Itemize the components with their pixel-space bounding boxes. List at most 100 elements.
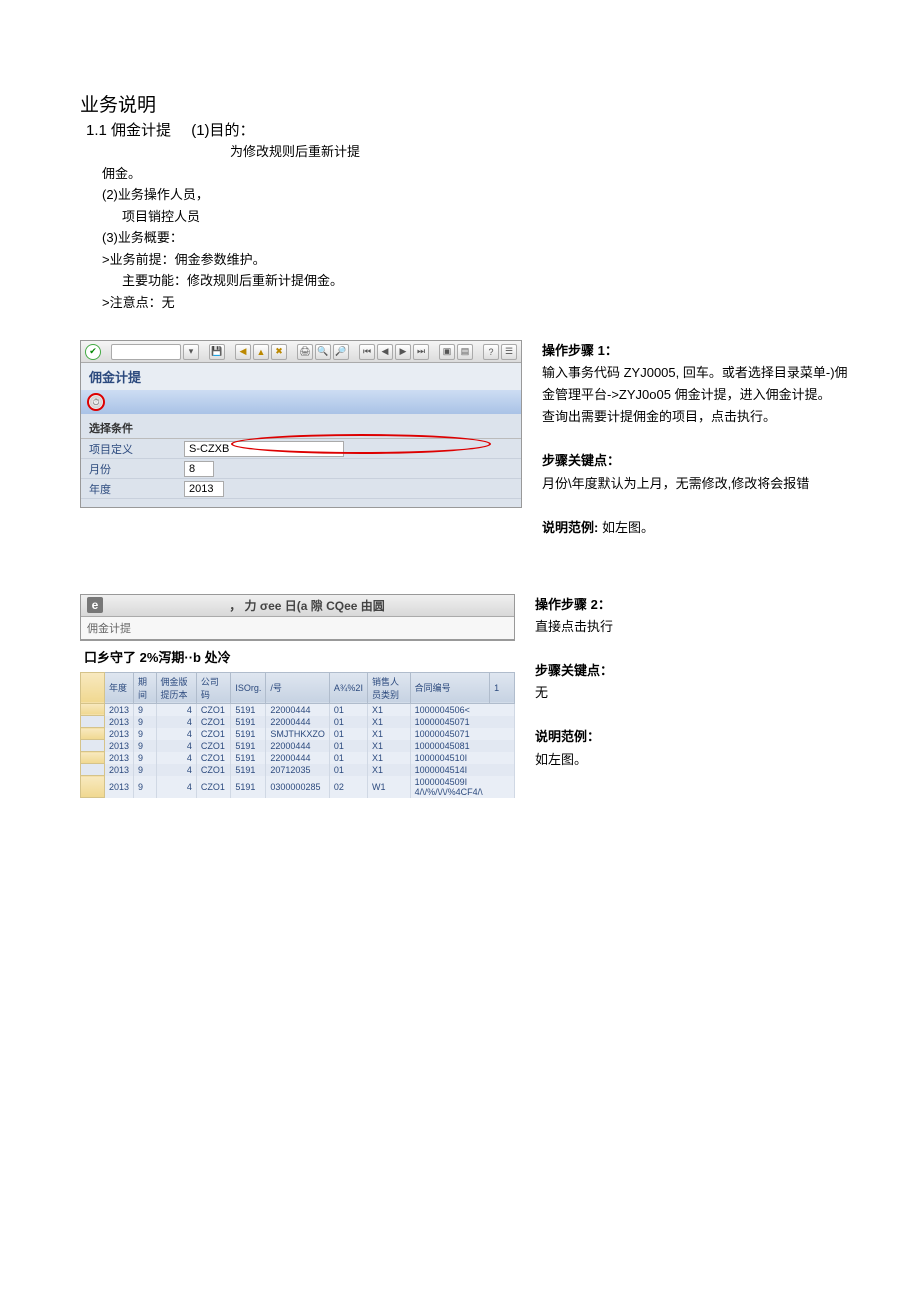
table-header-row: 年度 期间 佣金版提历本 公司码 ISOrg. /号 A¾%2I 销售人员类别 … (81, 672, 515, 703)
step1-example-text: 如左图。 (602, 520, 654, 535)
cell-ver: 4 (156, 716, 196, 728)
p2-label: (2)业务操作人员， (102, 185, 850, 205)
cell-sales: X1 (367, 703, 410, 716)
shortcut-icon[interactable]: ▤ (457, 344, 473, 360)
back-icon[interactable]: ◀ (235, 344, 251, 360)
prev-page-icon[interactable]: ◀ (377, 344, 393, 360)
new-session-icon[interactable]: ▣ (439, 344, 455, 360)
cell-contract: 10000045071 (410, 728, 514, 740)
row-selector[interactable] (81, 764, 105, 776)
field-label: 月份 (89, 461, 184, 477)
th-year[interactable]: 年度 (105, 672, 134, 703)
table-row[interactable]: 201394CZO15191030000028502W11000004509I … (81, 776, 515, 798)
first-page-icon[interactable]: ⏮ (359, 344, 375, 360)
exit-icon[interactable]: ▲ (253, 344, 269, 360)
execute-button[interactable]: ⏱ (87, 393, 105, 411)
sap2-toolbar-text: ， 力 σee 日(a 隙 CQee 由圆 (106, 597, 508, 614)
table-row[interactable]: 201394CZO151912071203501X11000004514I (81, 764, 515, 776)
field-label: 年度 (89, 481, 184, 497)
step2-key-heading: 步骤关键点： (535, 660, 850, 682)
month-input[interactable]: 8 (184, 461, 214, 477)
cell-sales: X1 (367, 752, 410, 764)
th-number[interactable]: /号 (266, 672, 330, 703)
cancel-icon[interactable]: ✖ (271, 344, 287, 360)
find-next-icon[interactable]: 🔎 (333, 344, 349, 360)
table-row[interactable]: 201394CZO151912200044401X110000045071 (81, 716, 515, 728)
cell-contract: 1000004509I 4/\/%/\/\/%4CF4/\ (410, 776, 514, 798)
cell-company: CZO1 (196, 752, 231, 764)
last-page-icon[interactable]: ⏭ (413, 344, 429, 360)
cell-a: 01 (329, 728, 367, 740)
th-last[interactable]: 1 (490, 672, 515, 703)
p3-text3: >注意点：无 (102, 293, 850, 313)
cell-sales: X1 (367, 740, 410, 752)
cell-ver: 4 (156, 703, 196, 716)
row-selector[interactable] (81, 776, 105, 798)
row-selector[interactable] (81, 703, 105, 716)
check-icon[interactable]: ✔ (85, 344, 101, 360)
cell-ver: 4 (156, 776, 196, 798)
p3-label: (3)业务概要： (102, 228, 850, 248)
cell-no: 22000444 (266, 740, 330, 752)
step2-key-text: 无 (535, 682, 850, 704)
sap-application-toolbar: ⏱ (81, 390, 521, 414)
cell-a: 01 (329, 752, 367, 764)
th-salescat[interactable]: 销售人员类别 (367, 672, 410, 703)
step1-key-heading: 步骤关键点： (542, 450, 850, 472)
form-row-project: 项目定义 S-CZXB (81, 439, 521, 459)
form-section-label: 选择条件 (81, 418, 521, 439)
cell-ver: 4 (156, 764, 196, 776)
cell-no: 22000444 (266, 703, 330, 716)
print-icon[interactable]: 🖨 (297, 344, 313, 360)
cell-period: 9 (134, 764, 156, 776)
layout-icon[interactable]: ☰ (501, 344, 517, 360)
save-icon[interactable]: 💾 (209, 344, 225, 360)
next-page-icon[interactable]: ▶ (395, 344, 411, 360)
row-selector[interactable] (81, 740, 105, 752)
table-row[interactable]: 201394CZO151912200044401X11000004510I (81, 752, 515, 764)
menu-icon[interactable]: e (87, 597, 103, 613)
help-icon[interactable]: ? (483, 344, 499, 360)
step2-line1: 直接点击执行 (535, 616, 850, 638)
cell-contract: 10000045071 (410, 716, 514, 728)
row-selector[interactable] (81, 752, 105, 764)
form-row-month: 月份 8 (81, 459, 521, 479)
step2-example-heading: 说明范例： (535, 726, 850, 748)
table-row[interactable]: 201394CZO151912200044401X110000045081 (81, 740, 515, 752)
row-selector[interactable] (81, 716, 105, 728)
th-version[interactable]: 佣金版提历本 (156, 672, 196, 703)
table-row[interactable]: 201394CZO15191SMJTHKXZO01X110000045071 (81, 728, 515, 740)
sap-screenshot-1: ✔ ▾ 💾 ◀ ▲ ✖ 🖨 🔍 🔎 ⏮ ◀ ▶ ⏭ ▣ (80, 340, 522, 508)
sap-screenshot-2: e ， 力 σee 日(a 隙 CQee 由圆 佣金计提 (80, 594, 515, 641)
th-period[interactable]: 期间 (134, 672, 156, 703)
cell-period: 9 (134, 716, 156, 728)
table-row[interactable]: 201394CZO151912200044401X11000004506< (81, 703, 515, 716)
cell-contract: 1000004506< (410, 703, 514, 716)
th-contract[interactable]: 合同编号 (410, 672, 490, 703)
th-a[interactable]: A¾%2I (329, 672, 367, 703)
dropdown-icon[interactable]: ▾ (183, 344, 199, 360)
th-isorg[interactable]: ISOrg. (231, 672, 266, 703)
find-icon[interactable]: 🔍 (315, 344, 331, 360)
cell-company: CZO1 (196, 776, 231, 798)
cell-no: 22000444 (266, 716, 330, 728)
year-input[interactable]: 2013 (184, 481, 224, 497)
cell-company: CZO1 (196, 703, 231, 716)
cell-year: 2013 (105, 703, 134, 716)
field-label: 项目定义 (89, 441, 184, 457)
cell-iso: 5191 (231, 776, 266, 798)
cell-period: 9 (134, 776, 156, 798)
cell-iso: 5191 (231, 740, 266, 752)
command-field[interactable] (111, 344, 181, 360)
th-rownum (81, 672, 105, 703)
step2-heading: 操作步骤 2： (535, 594, 850, 616)
sap-toolbar: ✔ ▾ 💾 ◀ ▲ ✖ 🖨 🔍 🔎 ⏮ ◀ ▶ ⏭ ▣ (81, 341, 521, 363)
cell-a: 01 (329, 703, 367, 716)
sap2-window-title: 佣金计提 (81, 617, 514, 640)
row-selector[interactable] (81, 728, 105, 740)
th-company[interactable]: 公司码 (196, 672, 231, 703)
cell-iso: 5191 (231, 703, 266, 716)
project-input[interactable]: S-CZXB (184, 441, 344, 457)
cell-year: 2013 (105, 764, 134, 776)
cell-a: 01 (329, 740, 367, 752)
